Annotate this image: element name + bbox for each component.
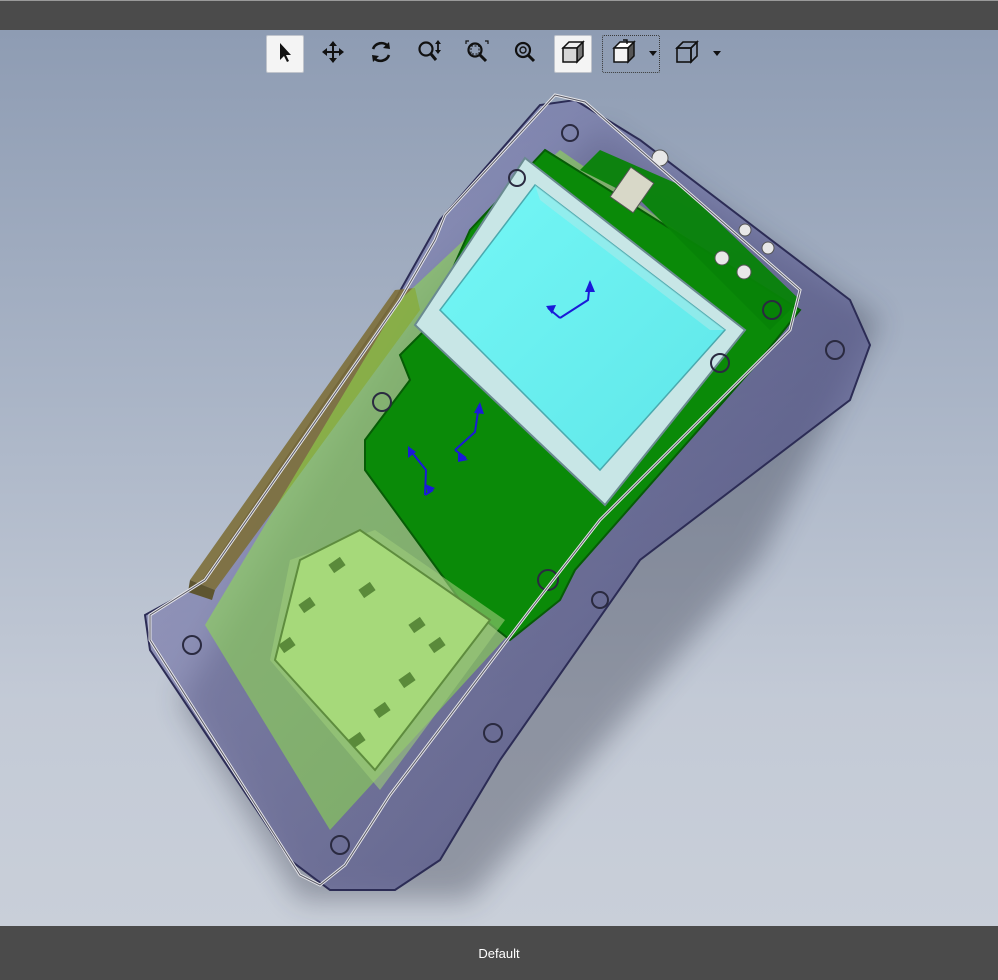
chevron-down-icon xyxy=(649,44,657,62)
rotate-button[interactable] xyxy=(362,35,400,73)
title-bar xyxy=(0,0,998,30)
chevron-down-icon xyxy=(713,44,721,62)
display-style-button[interactable] xyxy=(554,35,592,73)
move-arrows-icon xyxy=(321,40,345,69)
zoom-to-area-button[interactable] xyxy=(458,35,496,73)
view-orientation-icon xyxy=(611,38,637,70)
view-orientation-dropdown-arrow[interactable] xyxy=(648,47,658,59)
select-button[interactable] xyxy=(266,35,304,73)
heads-up-view-toolbar xyxy=(262,33,742,75)
assembly-model[interactable] xyxy=(0,30,998,926)
shaded-cube-icon xyxy=(560,39,586,70)
zoom-to-fit-icon xyxy=(512,39,538,70)
configuration-label: Default xyxy=(478,945,520,961)
rotate-view-icon xyxy=(368,39,394,70)
arrow-pointer-icon xyxy=(274,41,296,68)
graphics-area[interactable] xyxy=(0,30,998,926)
zoom-to-area-icon xyxy=(464,39,490,70)
status-bar: Default xyxy=(0,926,998,980)
zoom-in-out-icon xyxy=(416,39,442,70)
zoom-to-fit-button[interactable] xyxy=(506,35,544,73)
pan-button[interactable] xyxy=(314,35,352,73)
zoom-in-out-button[interactable] xyxy=(410,35,448,73)
hide-show-items-button[interactable] xyxy=(668,35,706,73)
wireframe-cube-icon xyxy=(674,39,700,70)
hide-show-dropdown-arrow[interactable] xyxy=(712,47,722,59)
